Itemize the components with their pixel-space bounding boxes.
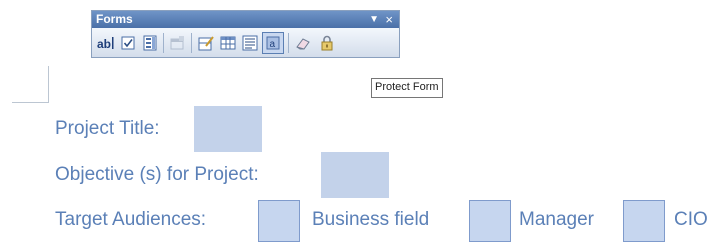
- toolbar-separator: [191, 33, 192, 53]
- target-audiences-label: Target Audiences:: [55, 209, 207, 230]
- frame-icon: [242, 35, 258, 51]
- text-boundary-mark: [12, 102, 49, 103]
- toolbar-title: Forms: [96, 12, 133, 26]
- form-field-options-icon: [170, 36, 184, 50]
- check-box-form-field-button[interactable]: [117, 32, 139, 54]
- table-icon: [220, 36, 236, 50]
- text-boundary-mark: [48, 66, 49, 102]
- insert-table-button[interactable]: [217, 32, 239, 54]
- draw-table-icon: [198, 36, 214, 51]
- toolbar-options-dropdown-icon[interactable]: ▼: [369, 11, 379, 28]
- business-field-checkbox[interactable]: [258, 200, 300, 242]
- cio-label: CIO: [674, 209, 708, 230]
- toolbar-separator: [288, 33, 289, 53]
- field-shading-icon: a: [266, 36, 280, 50]
- form-field-options-button[interactable]: [167, 32, 189, 54]
- toolbar-buttons: ab a: [92, 28, 399, 57]
- manager-label: Manager: [519, 209, 594, 230]
- toolbar-separator: [163, 33, 164, 53]
- toolbar-close-icon[interactable]: ×: [385, 11, 393, 28]
- cio-checkbox[interactable]: [623, 200, 665, 242]
- project-title-field[interactable]: [194, 106, 262, 152]
- objective-field[interactable]: [321, 152, 389, 198]
- toolbar-title-bar[interactable]: Forms ▼ ×: [92, 11, 399, 28]
- protect-form-tooltip: Protect Form: [371, 78, 443, 98]
- forms-toolbar: Forms ▼ × ab a: [91, 10, 400, 58]
- manager-checkbox[interactable]: [469, 200, 511, 242]
- checkbox-icon: [121, 36, 135, 50]
- protect-form-button[interactable]: [316, 32, 338, 54]
- project-title-label: Project Title:: [55, 118, 160, 139]
- text-form-field-button[interactable]: ab: [95, 32, 117, 54]
- svg-text:a: a: [270, 39, 276, 50]
- objective-label: Objective (s) for Project:: [55, 164, 259, 185]
- reset-form-fields-button[interactable]: [292, 32, 314, 54]
- lock-icon: [321, 35, 333, 51]
- eraser-icon: [296, 38, 310, 50]
- insert-frame-button[interactable]: [239, 32, 261, 54]
- form-field-shading-button[interactable]: a: [262, 32, 284, 54]
- svg-text:ab: ab: [97, 37, 111, 50]
- text-field-icon: ab: [97, 37, 114, 50]
- business-field-label: Business field: [312, 209, 430, 230]
- drop-down-form-field-button[interactable]: [139, 32, 161, 54]
- dropdown-list-icon: [143, 35, 157, 51]
- draw-table-button[interactable]: [195, 32, 217, 54]
